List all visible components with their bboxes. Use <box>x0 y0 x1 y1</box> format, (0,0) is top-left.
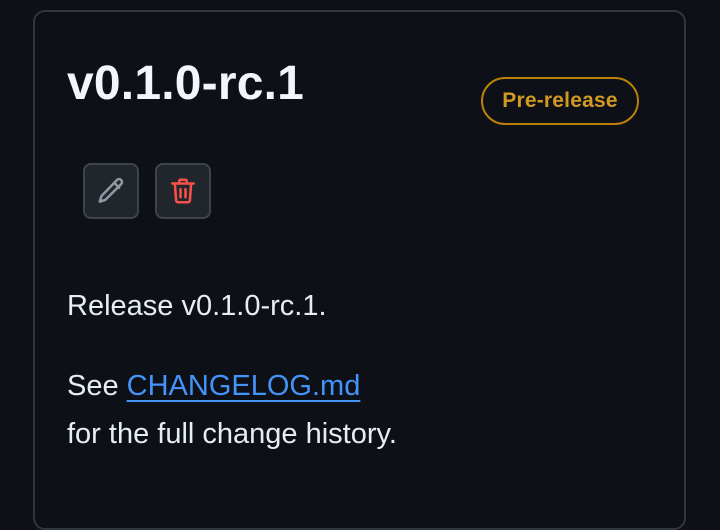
release-title: v0.1.0-rc.1 <box>67 57 305 110</box>
changelog-link[interactable]: CHANGELOG.md <box>127 370 361 402</box>
edit-release-button[interactable] <box>83 163 139 219</box>
release-notes: Release v0.1.0-rc.1. See CHANGELOG.md for… <box>67 282 647 458</box>
release-notes-line: Release v0.1.0-rc.1. <box>67 290 327 322</box>
see-text: See <box>67 370 119 402</box>
release-card: v0.1.0-rc.1 Pre-release Release v0.1.0-r… <box>33 10 686 530</box>
pencil-icon <box>96 176 126 206</box>
prerelease-badge: Pre-release <box>481 77 639 125</box>
changelog-paragraph: See CHANGELOG.md for the full change hist… <box>67 362 647 458</box>
trash-icon <box>168 176 198 206</box>
change-history-text: for the full change history. <box>67 418 397 450</box>
delete-release-button[interactable] <box>155 163 211 219</box>
